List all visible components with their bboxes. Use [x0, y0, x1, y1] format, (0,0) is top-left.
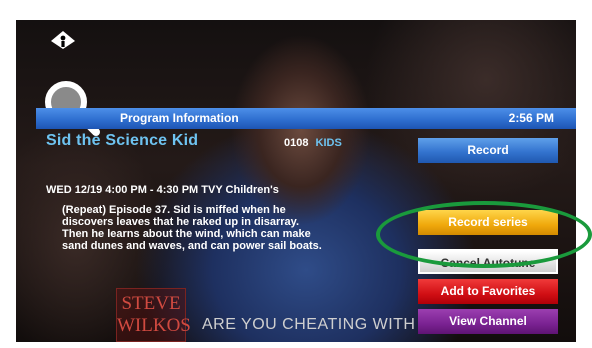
- program-description: (Repeat) Episode 37. Sid is miffed when …: [62, 204, 322, 252]
- highlight-circle: [376, 201, 592, 268]
- watermark-line-2: WILKOS: [117, 315, 191, 336]
- tv-screen: Program Information 2:56 PM Sid the Scie…: [16, 20, 576, 342]
- channel-number: 0108: [284, 137, 309, 149]
- program-info-header: Program Information 2:56 PM: [36, 108, 576, 129]
- view-channel-button[interactable]: View Channel: [418, 309, 558, 334]
- program-title: Sid the Science Kid: [46, 132, 199, 149]
- provider-logo-icon: [51, 31, 75, 49]
- show-watermark: STEVE WILKOS: [116, 288, 191, 342]
- header-title: Program Information: [120, 111, 239, 125]
- record-button[interactable]: Record: [418, 138, 558, 163]
- clock: 2:56 PM: [508, 111, 554, 125]
- watermark-line-1: STEVE: [121, 293, 181, 314]
- channel-info: 0108 KIDS: [284, 137, 342, 149]
- add-to-favorites-button[interactable]: Add to Favorites: [418, 279, 558, 304]
- airtime: WED 12/19 4:00 PM - 4:30 PM TVY Children…: [46, 184, 279, 196]
- channel-name: KIDS: [315, 137, 342, 149]
